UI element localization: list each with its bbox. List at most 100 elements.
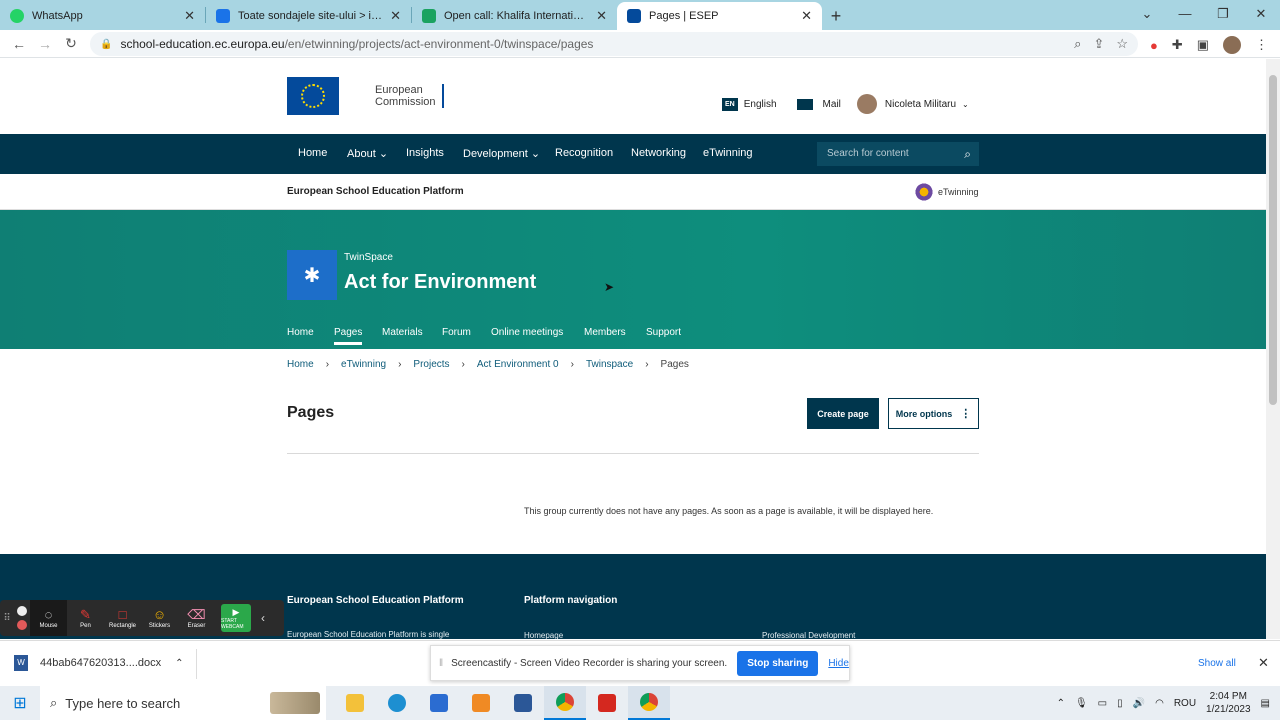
breadcrumb-etwinning[interactable]: eTwinning	[341, 359, 386, 370]
stickers-tool-button[interactable]: ☺ Stickers	[141, 607, 178, 629]
stop-recording-icon[interactable]	[17, 620, 27, 630]
close-tab-icon[interactable]: ✕	[184, 8, 195, 24]
breadcrumb-home[interactable]: Home	[287, 359, 314, 370]
notifications-icon[interactable]: ▤	[1261, 698, 1270, 709]
store-app[interactable]	[418, 686, 460, 720]
start-webcam-button[interactable]: ▶ START WEBCAM	[221, 604, 251, 632]
tab-iteach[interactable]: Toate sondajele site-ului > iTeach ✕	[206, 2, 411, 30]
wifi-icon[interactable]: ◠	[1155, 698, 1164, 709]
subnav-members[interactable]: Members	[584, 327, 626, 338]
zoom-icon[interactable]: ⌕	[1074, 36, 1081, 52]
subnav-support[interactable]: Support	[646, 327, 681, 338]
acrobat-app[interactable]	[586, 686, 628, 720]
pen-tool-button[interactable]: ✎ Pen	[67, 607, 104, 629]
subnav-forum[interactable]: Forum	[442, 327, 471, 338]
nav-networking[interactable]: Networking	[631, 147, 686, 159]
url-field[interactable]: 🔒 school-education.ec.europa.eu/en/etwin…	[90, 32, 1138, 56]
breadcrumb-current: Pages	[660, 359, 689, 370]
nav-insights[interactable]: Insights	[406, 147, 444, 159]
site-search-input[interactable]: Search for content ⌕	[817, 142, 979, 166]
extensions-puzzle-icon[interactable]: ✚	[1172, 37, 1183, 53]
chevron-down-icon[interactable]: ⌄	[962, 100, 969, 109]
nav-about[interactable]: About ⌄	[347, 147, 388, 160]
tab-pages-esep[interactable]: Pages | ESEP ✕	[617, 2, 822, 30]
subnav-home[interactable]: Home	[287, 327, 314, 338]
forward-icon[interactable]: →	[32, 36, 58, 52]
chevron-up-icon[interactable]: ⌃	[175, 658, 183, 669]
drag-handle-icon[interactable]: ⠿	[0, 613, 14, 624]
chrome-app[interactable]	[544, 686, 586, 720]
footer-link-homepage[interactable]: Homepage	[524, 631, 563, 639]
new-tab-button[interactable]: +	[822, 2, 850, 30]
user-avatar[interactable]	[856, 94, 877, 114]
mouse-tool-button[interactable]: ◌ Mouse	[30, 600, 67, 636]
screencastify-extension-icon[interactable]: ●	[1150, 38, 1158, 53]
tab-open-call[interactable]: Open call: Khalifa International A ✕	[412, 2, 617, 30]
nav-recognition[interactable]: Recognition	[555, 147, 613, 159]
page-scrollbar[interactable]	[1266, 59, 1280, 639]
nav-development[interactable]: Development ⌄	[463, 147, 540, 160]
european-commission-logo[interactable]: European Commission	[287, 77, 444, 115]
close-tab-icon[interactable]: ✕	[596, 8, 607, 24]
etwinning-logo[interactable]: eTwinning	[914, 182, 979, 202]
downloaded-file[interactable]: W 44bab647620313....docx ⌃	[14, 655, 184, 671]
file-explorer-app[interactable]	[334, 686, 376, 720]
language-link[interactable]: English	[744, 99, 777, 110]
subnav-pages[interactable]: Pages	[334, 327, 363, 345]
edge-app[interactable]	[376, 686, 418, 720]
reload-icon[interactable]: ↻	[58, 35, 84, 52]
taskbar-search-box[interactable]: ⌕ Type here to search	[40, 686, 326, 720]
profile-avatar[interactable]	[1223, 36, 1241, 54]
show-hidden-icons-chevron-icon[interactable]: ⌃	[1057, 698, 1065, 709]
lock-icon[interactable]: 🔒	[100, 39, 112, 50]
close-download-shelf-icon[interactable]: ✕	[1258, 655, 1269, 671]
search-icon[interactable]: ⌕	[964, 147, 971, 162]
breadcrumb-twinspace[interactable]: Twinspace	[586, 359, 633, 370]
word-app[interactable]	[502, 686, 544, 720]
breadcrumb-projects[interactable]: Projects	[413, 359, 449, 370]
bookmark-star-icon[interactable]: ☆	[1116, 36, 1128, 52]
scrollbar-thumb[interactable]	[1269, 75, 1277, 405]
input-language[interactable]: ROU	[1174, 698, 1196, 709]
camera-icon[interactable]: ▭	[1098, 698, 1107, 709]
create-page-button[interactable]: Create page	[807, 398, 879, 429]
mail-link[interactable]: Mail	[823, 99, 841, 110]
close-tab-icon[interactable]: ✕	[390, 8, 401, 24]
subnav-materials[interactable]: Materials	[382, 327, 423, 338]
vlc-app[interactable]	[460, 686, 502, 720]
user-name[interactable]: Nicoleta Militaru	[885, 99, 956, 110]
share-icon[interactable]: ⇪	[1093, 36, 1104, 52]
stop-sharing-button[interactable]: Stop sharing	[737, 650, 819, 676]
eraser-tool-button[interactable]: ⌫ Eraser	[178, 607, 215, 629]
windows-start-icon[interactable]: ⊞	[0, 693, 40, 713]
back-icon[interactable]: ←	[6, 36, 32, 52]
taskbar-clock[interactable]: 2:04 PM 1/21/2023	[1206, 690, 1251, 716]
mail-icon[interactable]	[796, 98, 813, 110]
close-window-icon[interactable]: ✕	[1242, 0, 1280, 28]
nav-home[interactable]: Home	[298, 147, 327, 159]
maximize-icon[interactable]: ❐	[1204, 0, 1242, 28]
subnav-online-meetings[interactable]: Online meetings	[491, 327, 563, 338]
volume-icon[interactable]: 🔊	[1133, 698, 1145, 709]
chrome-profile-app[interactable]	[628, 686, 670, 720]
drag-handle-icon[interactable]: ‖	[439, 658, 443, 669]
minimize-icon[interactable]: —	[1166, 0, 1204, 28]
footer-link-professional-development[interactable]: Professional Development	[762, 631, 855, 639]
nav-etwinning[interactable]: eTwinning	[703, 147, 753, 159]
collapse-chevron-icon[interactable]: ‹	[261, 611, 265, 625]
show-all-downloads-link[interactable]: Show all	[1198, 658, 1236, 669]
rectangle-tool-button[interactable]: □ Rectangle	[104, 607, 141, 629]
platform-name[interactable]: European School Education Platform	[287, 186, 464, 197]
hide-link[interactable]: Hide	[828, 658, 849, 669]
side-panel-icon[interactable]: ▣	[1197, 37, 1209, 53]
tab-search-icon[interactable]: ⌄	[1128, 0, 1166, 28]
more-options-button[interactable]: More options ⋮	[888, 398, 979, 429]
pause-icon[interactable]	[17, 606, 27, 616]
microphone-icon[interactable]: 🎙	[1075, 698, 1088, 709]
browser-menu-icon[interactable]: ⋮	[1255, 37, 1268, 53]
battery-icon[interactable]: ▯	[1117, 698, 1123, 709]
tab-whatsapp[interactable]: WhatsApp ✕	[0, 2, 205, 30]
breadcrumb-project[interactable]: Act Environment 0	[477, 359, 559, 370]
close-tab-icon[interactable]: ✕	[801, 8, 812, 24]
language-code-badge[interactable]: EN	[722, 97, 738, 111]
